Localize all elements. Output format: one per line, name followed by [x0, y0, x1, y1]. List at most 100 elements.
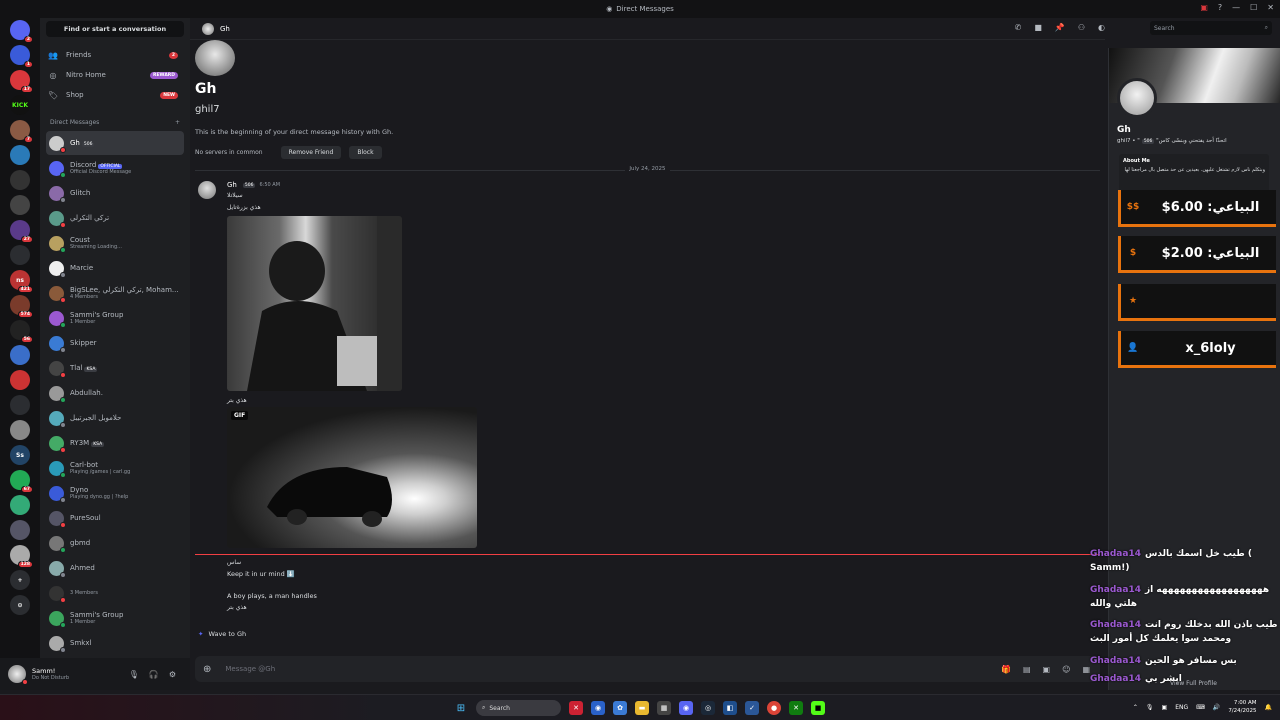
- discord-icon[interactable]: ◉: [679, 701, 693, 715]
- dm-item[interactable]: Carl-bot Playing /games | carl.gg: [46, 456, 184, 480]
- dm-item[interactable]: RY3M KSA: [46, 431, 184, 455]
- dm-item[interactable]: Sammi's Group 1 Member: [46, 606, 184, 630]
- xbox-icon[interactable]: ✕: [789, 701, 803, 715]
- server-icon[interactable]: [10, 495, 30, 515]
- app-icon[interactable]: ■: [811, 701, 825, 715]
- dm-item[interactable]: gbmd: [46, 531, 184, 555]
- copilot-icon[interactable]: ✿: [613, 701, 627, 715]
- block-button[interactable]: Block: [349, 146, 382, 159]
- view-full-profile-link[interactable]: View Full Profile: [1170, 680, 1217, 687]
- server-icon[interactable]: Ss: [10, 445, 30, 465]
- file-explorer-icon[interactable]: ▬: [635, 701, 649, 715]
- server-icon[interactable]: 574: [10, 295, 33, 318]
- dm-item[interactable]: 3 Members: [46, 581, 184, 605]
- app-icon[interactable]: ◧: [723, 701, 737, 715]
- remove-friend-button[interactable]: Remove Friend: [280, 146, 342, 159]
- server-icon[interactable]: [10, 245, 30, 265]
- network-icon[interactable]: ⌨: [1196, 704, 1205, 711]
- wave-button[interactable]: ✦ Wave to Gh: [198, 630, 246, 638]
- app-icon[interactable]: ✓: [745, 701, 759, 715]
- app-tray-icon[interactable]: ▣: [1162, 704, 1168, 711]
- server-icon[interactable]: +: [10, 570, 30, 590]
- message-gif[interactable]: GIF: [227, 407, 477, 548]
- add-friends-icon[interactable]: ⚇: [1078, 23, 1085, 32]
- server-icon[interactable]: [10, 195, 30, 215]
- server-icon[interactable]: 17: [10, 70, 33, 93]
- app-icon[interactable]: ◉: [591, 701, 605, 715]
- chevron-up-icon[interactable]: ⌃: [1133, 704, 1138, 711]
- sticker-icon[interactable]: ▣: [1043, 665, 1051, 674]
- server-icon[interactable]: [10, 520, 30, 540]
- server-icon[interactable]: [10, 170, 30, 190]
- server-icon[interactable]: 1: [10, 45, 33, 68]
- server-icon[interactable]: 128: [10, 545, 33, 568]
- nav-shop[interactable]: 🏷 Shop NEW: [48, 87, 182, 103]
- server-icon[interactable]: [10, 370, 30, 390]
- nav-friends[interactable]: 👥 Friends 2: [48, 47, 182, 63]
- dm-item[interactable]: Tlal KSA: [46, 356, 184, 380]
- attach-plus-icon[interactable]: ⊕: [203, 664, 211, 675]
- avatar[interactable]: [8, 665, 28, 685]
- profile-avatar[interactable]: [1117, 78, 1157, 118]
- server-icon[interactable]: KICK: [10, 95, 30, 115]
- steam-icon[interactable]: ◎: [701, 701, 715, 715]
- dm-item[interactable]: Sammi's Group 1 Member: [46, 306, 184, 330]
- emoji-icon[interactable]: ☺: [1062, 665, 1070, 674]
- dm-item[interactable]: Marcie: [46, 256, 184, 280]
- help-icon[interactable]: ?: [1218, 3, 1222, 12]
- dm-item[interactable]: Smkxl: [46, 631, 184, 655]
- dm-item[interactable]: Glitch: [46, 181, 184, 205]
- server-icon[interactable]: [10, 145, 30, 165]
- server-icon[interactable]: 2: [10, 20, 33, 43]
- minimize-button[interactable]: —: [1232, 3, 1240, 12]
- message-image[interactable]: [227, 216, 402, 391]
- gift-icon[interactable]: 🎁: [1001, 665, 1011, 674]
- message-author[interactable]: Gh: [227, 181, 237, 189]
- dm-item[interactable]: Ahmed: [46, 556, 184, 580]
- inbox-icon[interactable]: ▣: [1200, 3, 1208, 12]
- server-icon[interactable]: [10, 420, 30, 440]
- server-icon[interactable]: ⊙: [10, 595, 30, 615]
- message-avatar[interactable]: [198, 181, 216, 199]
- dm-item[interactable]: حلاموبل الجبرتيبل: [46, 406, 184, 430]
- nav-nitro-home[interactable]: ◎ Nitro Home REWARD: [48, 67, 182, 83]
- dm-item[interactable]: Abdullah.: [46, 381, 184, 405]
- headphones-icon[interactable]: 🎧: [149, 670, 159, 679]
- start-icon[interactable]: ⊞: [454, 701, 468, 715]
- dm-item[interactable]: Coust Streaming Loading...: [46, 231, 184, 255]
- mic-icon[interactable]: 🎙: [129, 670, 139, 679]
- server-icon[interactable]: [10, 345, 30, 365]
- header-avatar[interactable]: [202, 22, 214, 35]
- server-icon[interactable]: 7: [10, 120, 33, 143]
- message-input[interactable]: Message @Gh: [225, 665, 275, 673]
- server-icon[interactable]: 27: [10, 220, 33, 243]
- settings-gear-icon[interactable]: ⚙: [169, 670, 176, 679]
- language-indicator[interactable]: ENG: [1175, 704, 1188, 711]
- dm-item[interactable]: تركي التكرلي: [46, 206, 184, 230]
- server-icon[interactable]: 67: [10, 470, 33, 493]
- voice-call-icon[interactable]: ✆: [1015, 23, 1022, 32]
- user-profile-icon[interactable]: ◐: [1098, 23, 1105, 32]
- app-icon[interactable]: ✕: [569, 701, 583, 715]
- notification-bell-icon[interactable]: 🔔: [1265, 704, 1272, 711]
- find-conversation-button[interactable]: Find or start a conversation: [46, 21, 184, 37]
- gif-icon[interactable]: ▤: [1023, 665, 1031, 674]
- message-composer[interactable]: ⊕ Message @Gh 🎁 ▤ ▣ ☺ ▦: [195, 656, 1100, 682]
- dm-item[interactable]: Discord OFFICIAL Official Discord Message: [46, 156, 184, 180]
- server-icon[interactable]: ns 421: [10, 270, 33, 293]
- dm-item[interactable]: BigSLee, تركي التكرلي, Moham... 4 Members: [46, 281, 184, 305]
- server-icon[interactable]: [10, 395, 30, 415]
- dm-item[interactable]: Skipper: [46, 331, 184, 355]
- chrome-icon[interactable]: ●: [767, 701, 781, 715]
- pin-icon[interactable]: 📌: [1055, 23, 1065, 32]
- create-dm-icon[interactable]: +: [175, 119, 180, 126]
- close-button[interactable]: ✕: [1267, 3, 1274, 12]
- volume-icon[interactable]: 🔊: [1213, 704, 1220, 711]
- video-call-icon[interactable]: ■: [1034, 23, 1042, 32]
- apps-icon[interactable]: ▦: [1082, 665, 1090, 674]
- dm-item[interactable]: Dyno Playing dyno.gg | ?help: [46, 481, 184, 505]
- store-icon[interactable]: ▦: [657, 701, 671, 715]
- taskbar-search[interactable]: ⌕ Search: [476, 700, 561, 716]
- maximize-button[interactable]: ☐: [1250, 3, 1257, 12]
- server-icon[interactable]: 56: [10, 320, 33, 343]
